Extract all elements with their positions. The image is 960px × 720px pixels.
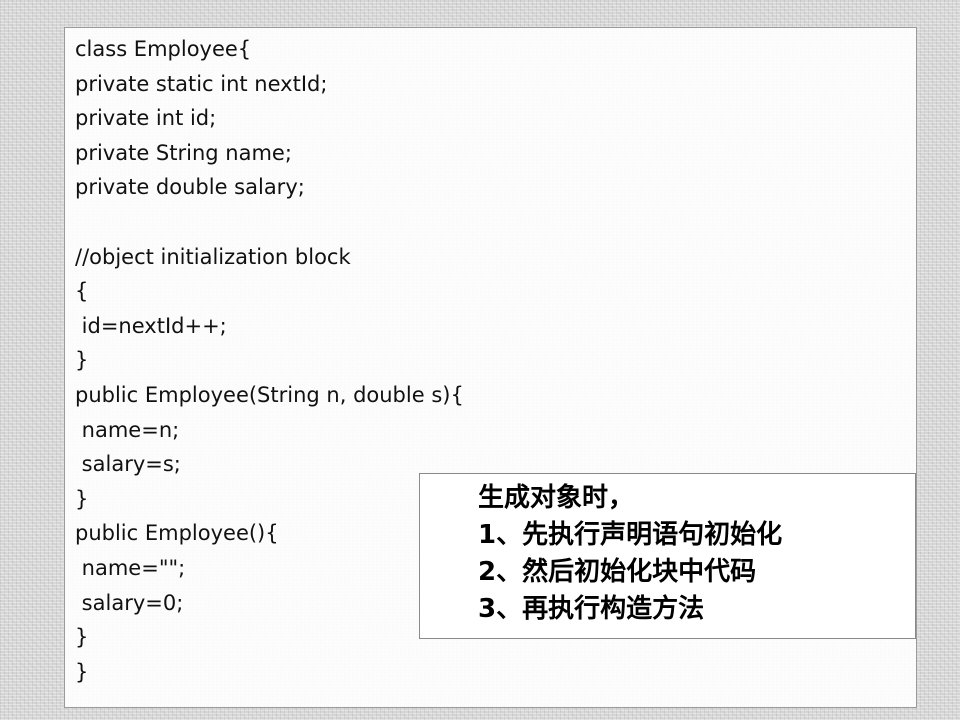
annotation-step: 3、再执行构造方法 [478,594,705,624]
code-line: name=n; [75,417,180,442]
code-block: class Employee{ private static int nextI… [75,32,464,689]
code-line: private double salary; [75,175,305,200]
code-line: } [75,348,89,373]
code-line: } [75,486,89,511]
code-line: salary=0; [75,590,184,615]
code-line: } [75,659,89,684]
code-line: salary=s; [75,452,181,477]
annotation-list: 生成对象时， 1、先执行声明语句初始化 2、然后初始化块中代码 3、再执行构造方… [478,480,782,628]
code-line: public Employee(){ [75,521,279,546]
code-line: private String name; [75,140,292,165]
code-line: public Employee(String n, double s){ [75,382,464,407]
code-comment: //object initialization block [75,244,351,269]
annotation-step: 2、然后初始化块中代码 [478,557,757,587]
code-line: name=""; [75,555,186,580]
code-line: private int id; [75,106,217,131]
code-line: private static int nextId; [75,71,328,96]
annotation-heading: 生成对象时， [478,483,635,513]
code-line: id=nextId++; [75,313,227,338]
code-line: class Employee{ [75,37,252,61]
code-line: } [75,625,89,650]
annotation-step: 1、先执行声明语句初始化 [478,520,783,550]
annotation-box: 生成对象时， 1、先执行声明语句初始化 2、然后初始化块中代码 3、再执行构造方… [419,473,916,639]
code-line: { [75,279,89,304]
code-line-blank [75,205,464,240]
